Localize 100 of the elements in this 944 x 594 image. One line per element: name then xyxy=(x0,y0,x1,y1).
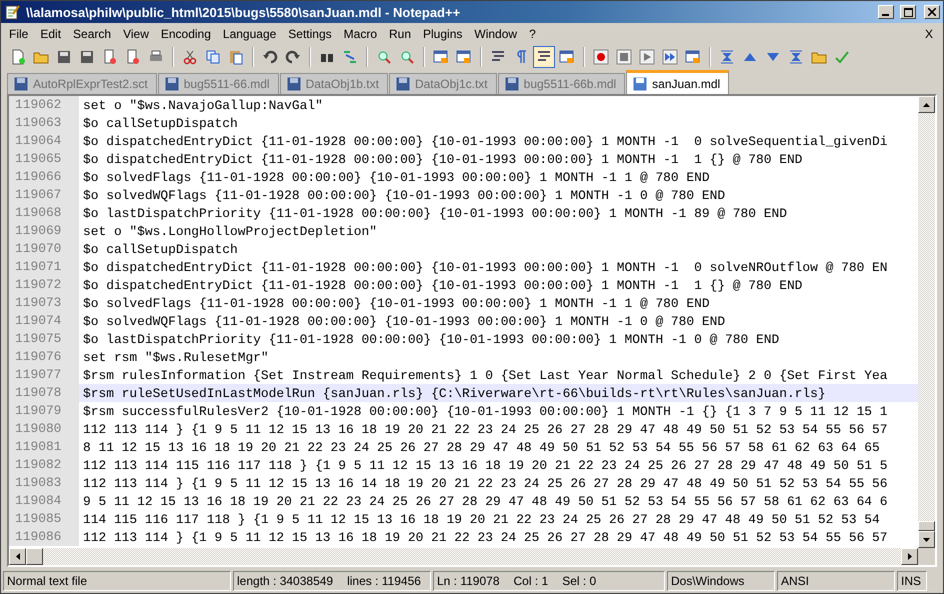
lines-label: lines : 119456 xyxy=(347,574,421,588)
menu-item[interactable]: Settings xyxy=(282,24,338,42)
close-button[interactable] xyxy=(924,5,940,19)
code-line: $o solvedFlags {11-01-1928 00:00:00} {10-01-1993 00:00:00} 1 MONTH -1 1 @ 780 END xyxy=(82,170,710,184)
file-tab[interactable]: sanJuan.mdl xyxy=(626,70,730,94)
code-line: $o dispatchedEntryDict {11-01-1928 00:00:00} {10-01-1993 00:00:00} 1 MONTH -1 1 {} @ 780 END xyxy=(82,152,802,166)
code-line: 112 113 114 115 116 117 118 } {1 9 5 11 12 15 13 16 18 19 20 21 22 23 24 25 26 27 28 29 47 48 49 50 51 5 xyxy=(82,458,888,472)
menu-item[interactable]: View xyxy=(117,24,155,42)
scroll-thumb[interactable] xyxy=(918,521,935,531)
fast-forward-icon xyxy=(662,49,678,65)
menu-item[interactable]: Search xyxy=(67,24,118,42)
line-number: 119066 xyxy=(9,168,79,186)
expand-icon xyxy=(788,49,804,65)
vertical-scrollbar[interactable] xyxy=(918,96,935,548)
column-label: Col : 1 xyxy=(514,574,548,588)
code-line: $rsm successfulRulesVer2 {10-01-1928 00:00:00} {10-01-1993 00:00:00} 1 MONTH -1 {} {1 3 7 9 5 11 12 15 1 xyxy=(82,404,888,418)
toolbar-button[interactable] xyxy=(533,46,555,68)
line-number: 119062 xyxy=(9,96,79,114)
scroll-right-button[interactable] xyxy=(901,548,918,565)
line-number: 119072 xyxy=(9,276,79,294)
down-arrow-icon xyxy=(923,538,930,542)
code-line: $rsm rulesInformation {Set Instream Requirements} 1 0 {Set Last Year Normal Schedule} 2 0 {Set First Yea xyxy=(82,368,888,382)
line-number: 119075 xyxy=(9,330,79,348)
line-number: 119071 xyxy=(9,258,79,276)
close-document-button[interactable]: X xyxy=(916,24,941,42)
line-number: 119063 xyxy=(9,114,79,132)
line-number: 119084 xyxy=(9,492,79,510)
maximize-button[interactable] xyxy=(900,5,916,19)
spellcheck-icon xyxy=(834,49,850,65)
code-line: $o lastDispatchPriority {11-01-1928 00:00:00} {10-01-1993 00:00:00} 1 MONTH -1 89 @ 780 END xyxy=(82,206,787,220)
document-map-icon xyxy=(559,49,575,65)
floppy-disks-icon xyxy=(79,49,95,65)
window-sync-icon xyxy=(433,49,449,65)
record-icon xyxy=(593,49,609,65)
code-line: 114 115 116 117 118 } {1 9 5 11 12 15 13 16 18 19 20 21 22 23 24 25 26 27 28 29 47 48 49 50 51 52 53 54 xyxy=(82,512,880,526)
macro-list-icon xyxy=(685,49,701,65)
code-line: 112 113 114 } {1 9 5 11 12 15 13 16 18 19 20 21 22 23 24 25 26 27 28 29 47 48 49 50 51 52 53 54 55 56 57 xyxy=(82,422,888,436)
line-number: 119082 xyxy=(9,456,79,474)
line-number: 119068 xyxy=(9,204,79,222)
page-close-icon xyxy=(102,49,118,65)
code-line: $o dispatchedEntryDict {11-01-1928 00:00:00} {10-01-1993 00:00:00} 1 MONTH -1 0 solveNROutflow @ 780 EN xyxy=(82,260,888,274)
code-line: $o solvedFlags {11-01-1928 00:00:00} {10-01-1993 00:00:00} 1 MONTH -1 1 @ 780 END xyxy=(82,296,710,310)
menu-item[interactable]: Run xyxy=(383,24,418,42)
menu-item[interactable]: Plugins xyxy=(417,24,468,42)
code-line: $o solvedWQFlags {11-01-1928 00:00:00} {10-01-1993 00:00:00} 1 MONTH -1 0 @ 780 END xyxy=(82,314,726,328)
code-line: 8 11 12 15 13 16 18 19 20 21 22 23 24 25 26 27 28 29 47 48 49 50 51 52 53 54 55 56 57 58 61 62 63 64 65 xyxy=(82,440,880,454)
code-line: set o "$ws.NavajoGallup:NavGal" xyxy=(82,98,323,112)
code-line: $o callSetupDispatch xyxy=(82,116,238,130)
line-number: 119074 xyxy=(9,312,79,330)
close-icon xyxy=(928,8,936,16)
maximize-icon xyxy=(904,8,912,16)
line-number: 119081 xyxy=(9,438,79,456)
code-line: 112 113 114 } {1 9 5 11 12 15 13 16 18 19 20 21 22 23 24 25 26 27 28 29 47 48 49 50 51 52 53 54 55 56 57 xyxy=(82,530,888,544)
clipboard-icon xyxy=(228,49,244,65)
redo-icon xyxy=(285,49,301,65)
code-line: $o dispatchedEntryDict {11-01-1928 00:00:00} {10-01-1993 00:00:00} 1 MONTH -1 1 {} @ 780 END xyxy=(82,278,802,292)
line-number: 119080 xyxy=(9,420,79,438)
minimize-button[interactable] xyxy=(878,5,894,19)
replace-icon xyxy=(342,49,358,65)
line-number: 119079 xyxy=(9,402,79,420)
scroll-down-button[interactable] xyxy=(918,531,935,548)
code-line: $o dispatchedEntryDict {11-01-1928 00:00:00} {10-01-1993 00:00:00} 1 MONTH -1 0 solveSequential_givenDi xyxy=(82,134,888,148)
collapse-icon xyxy=(719,49,735,65)
line-number: 119070 xyxy=(9,240,79,258)
menu-item[interactable]: Edit xyxy=(34,24,68,42)
line-number: 119078 xyxy=(9,384,79,402)
horizontal-scrollbar[interactable] xyxy=(9,548,918,565)
length-label: length : 34038549 xyxy=(237,574,334,588)
zoom-in-icon xyxy=(376,49,392,65)
copy-icon xyxy=(205,49,221,65)
window-title: \\alamosa\philw\public_html\2015\bugs\5580\sanJuan.mdl - Notepad++ xyxy=(26,4,462,20)
zoom-out-icon xyxy=(399,49,415,65)
line-number: 119067 xyxy=(9,186,79,204)
code-line: set rsm "$ws.RulesetMgr" xyxy=(82,350,269,364)
play-icon xyxy=(639,49,655,65)
stop-icon xyxy=(616,49,632,65)
line-ending-label: Dos\Windows xyxy=(671,574,744,588)
scroll-thumb[interactable] xyxy=(26,548,43,565)
line-number: 119073 xyxy=(9,294,79,312)
window-lock-icon xyxy=(456,49,472,65)
menu-item[interactable]: File xyxy=(3,24,34,42)
menu-item[interactable]: Encoding xyxy=(154,24,217,42)
code-line: $o callSetupDispatch xyxy=(82,242,238,256)
menu-item[interactable]: ? xyxy=(523,24,542,42)
line-number: 119076 xyxy=(9,348,79,366)
scroll-up-button[interactable] xyxy=(918,96,935,113)
line-number: 119086 xyxy=(9,528,79,546)
menu-item[interactable]: Macro xyxy=(338,24,383,42)
menu-item[interactable]: Language xyxy=(216,24,282,42)
file-type-label: Normal text file xyxy=(7,574,88,588)
code-line: $o lastDispatchPriority {11-01-1928 00:00:00} {10-01-1993 00:00:00} 1 MONTH -1 0 @ 780 END xyxy=(82,332,780,346)
line-number: 119077 xyxy=(9,366,79,384)
code-line: $rsm ruleSetUsedInLastModelRun {sanJuan.rls} {C:\Riverware\rt-66\builds-rt\rt\Rules\sanJuan.rls} xyxy=(82,386,826,400)
scissors-icon xyxy=(182,49,198,65)
line-number: 119064 xyxy=(9,132,79,150)
code-line: set o "$ws.LongHollowProjectDepletion" xyxy=(82,224,377,238)
left-arrow-icon xyxy=(16,553,20,560)
scroll-left-button[interactable] xyxy=(9,548,26,565)
selection-label: Sel : 0 xyxy=(562,574,596,588)
menu-item[interactable]: Window xyxy=(468,24,524,42)
